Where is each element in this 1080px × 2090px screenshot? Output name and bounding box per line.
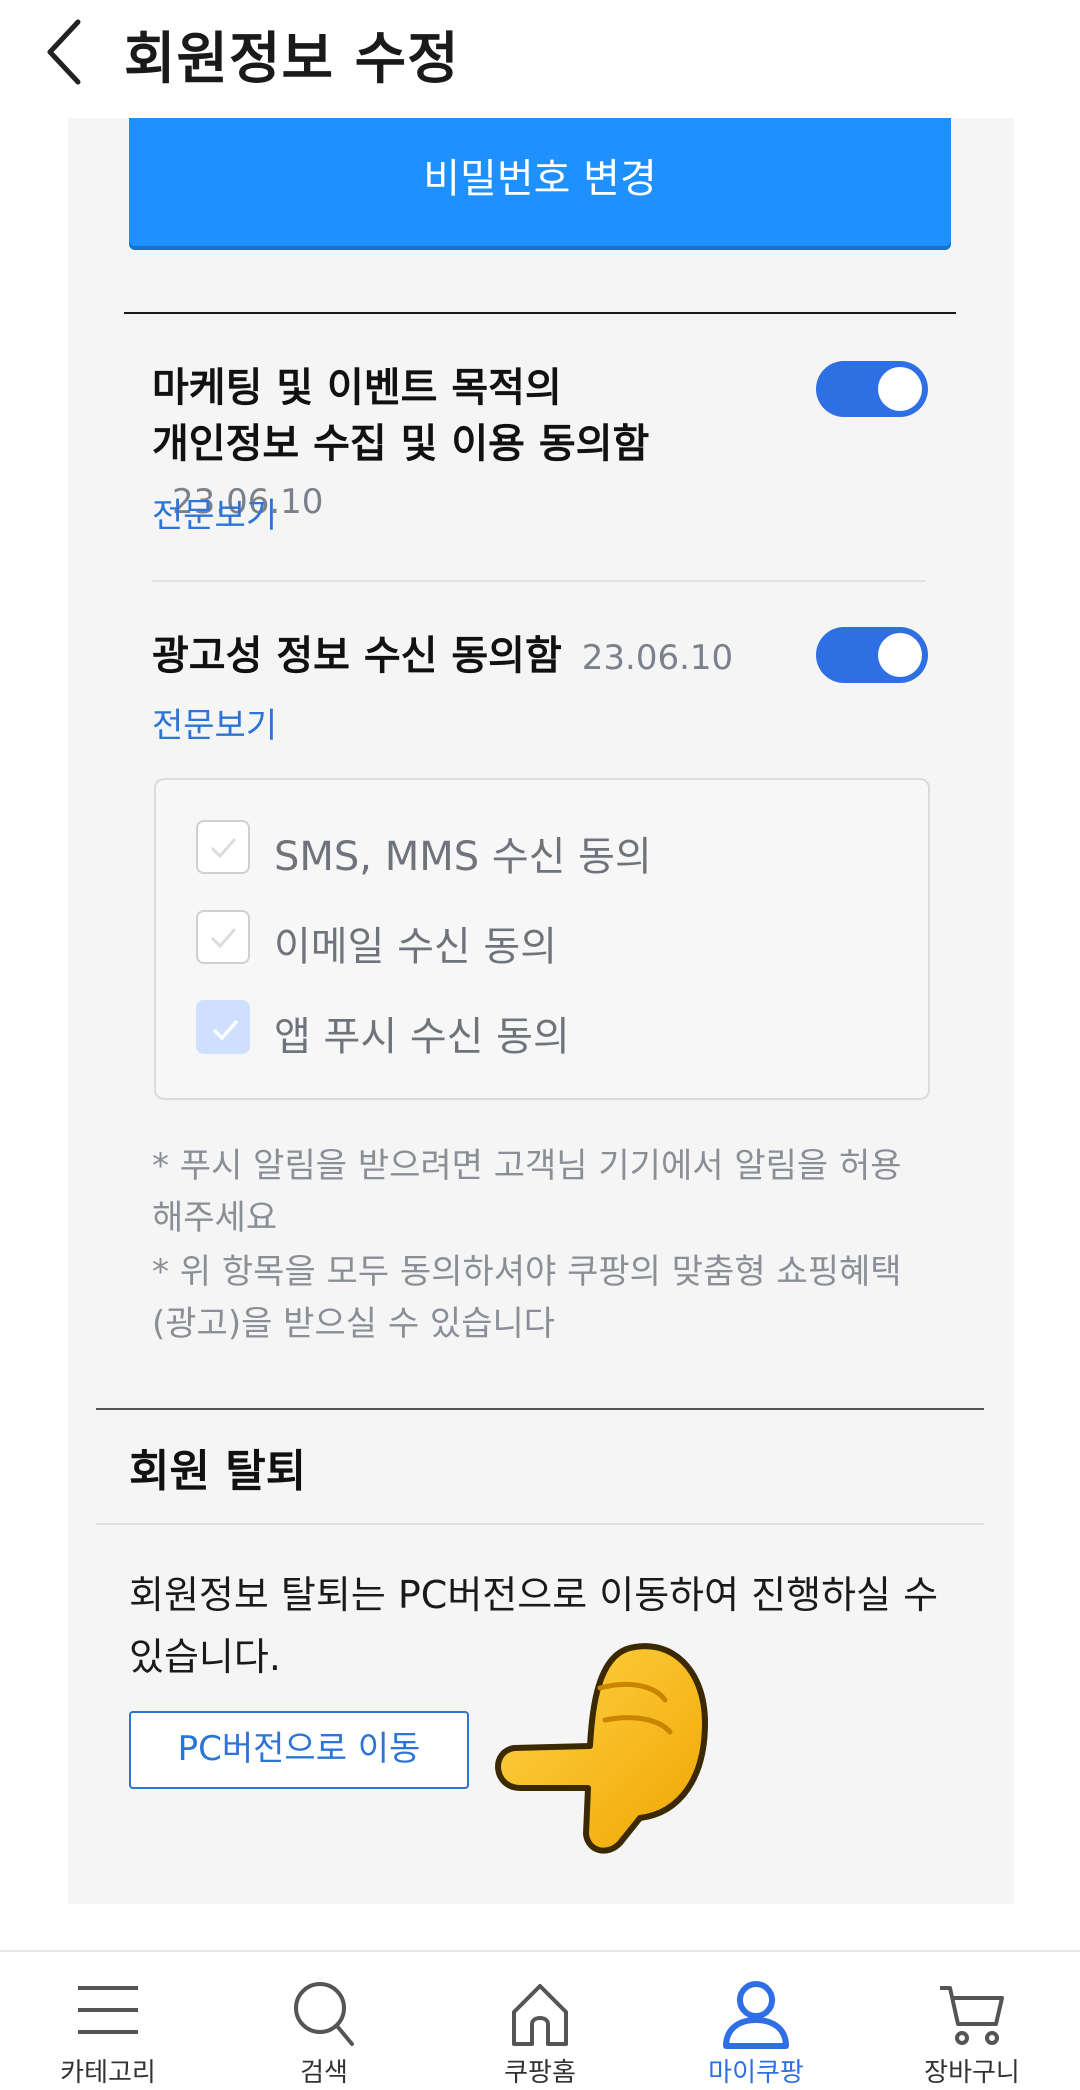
ad-consent-title: 광고성 정보 수신 동의함 23.06.10 xyxy=(152,628,733,686)
push-notice-text: * 푸시 알림을 받으려면 고객님 기기에서 알림을 허용해주세요 xyxy=(152,1146,902,1238)
marketing-consent-line2: 개인정보 수집 및 이용 동의함 xyxy=(152,421,650,467)
check-icon xyxy=(212,1019,239,1041)
channel-consent-box: SMS, MMS 수신 동의 이메일 수신 동의 앱 푸시 수신 동의 xyxy=(154,778,930,1100)
email-consent-label: 이메일 수신 동의 xyxy=(274,924,558,970)
tab-label: 쿠팡홈 xyxy=(504,2058,576,2088)
tab-label: 마이쿠팡 xyxy=(708,2058,804,2088)
checkbox xyxy=(196,820,250,874)
marketing-consent-toggle[interactable] xyxy=(816,361,928,417)
tab-category[interactable]: 카테고리 xyxy=(0,1952,216,2090)
tab-home[interactable]: 쿠팡홈 xyxy=(432,1952,648,2090)
tab-search[interactable]: 검색 xyxy=(216,1952,432,2090)
app-header: 회원정보 수정 xyxy=(0,0,1080,110)
toggle-knob xyxy=(878,633,922,677)
sms-consent-label: SMS, MMS 수신 동의 xyxy=(274,834,652,880)
checkbox xyxy=(196,910,250,964)
bottom-tab-bar: 카테고리 검색 쿠팡홈 마이쿠팡 장바구니 xyxy=(0,1950,1080,2090)
section-divider xyxy=(96,1408,984,1410)
pointing-hand-icon xyxy=(495,1643,708,1854)
tab-label: 카테고리 xyxy=(60,2058,156,2088)
ad-consent-label: 광고성 정보 수신 동의함 xyxy=(152,633,562,679)
check-icon xyxy=(210,838,237,859)
checkbox xyxy=(196,1000,250,1054)
marketing-consent-line1: 마케팅 및 이벤트 목적의 xyxy=(152,365,562,411)
home-icon xyxy=(512,1984,568,2046)
marketing-consent-full-link[interactable]: 전문보기 xyxy=(152,488,277,537)
go-to-pc-version-button[interactable]: PC버전으로 이동 xyxy=(129,1711,469,1789)
menu-icon xyxy=(78,1986,138,2034)
check-icon xyxy=(210,928,237,949)
section-divider xyxy=(124,312,956,314)
benefit-notice-text: * 위 항목을 모두 동의하셔야 쿠팡의 맞춤형 쇼핑혜택 (광고)을 받으실 … xyxy=(152,1252,902,1344)
withdraw-section-title: 회원 탈퇴 xyxy=(129,1446,307,1497)
consent-divider xyxy=(152,580,926,582)
tab-label: 장바구니 xyxy=(924,2058,1020,2088)
search-icon xyxy=(294,1982,354,2046)
cart-icon xyxy=(940,1986,1004,2045)
tab-cart[interactable]: 장바구니 xyxy=(864,1952,1080,2090)
tab-label: 검색 xyxy=(300,2058,348,2088)
push-consent-label: 앱 푸시 수신 동의 xyxy=(274,1014,570,1060)
change-password-button[interactable]: 비밀번호 변경 xyxy=(129,118,951,246)
back-button[interactable] xyxy=(40,16,100,86)
ad-consent-date: 23.06.10 xyxy=(581,638,734,678)
section-divider xyxy=(96,1523,984,1525)
tab-my-coupang[interactable]: 마이쿠팡 xyxy=(648,1952,864,2090)
page-title: 회원정보 수정 xyxy=(124,27,460,92)
chevron-left-icon xyxy=(47,19,81,85)
toggle-knob xyxy=(878,367,922,411)
user-icon xyxy=(723,1981,789,2049)
ad-consent-full-link[interactable]: 전문보기 xyxy=(152,698,277,747)
ad-consent-toggle[interactable] xyxy=(816,627,928,683)
